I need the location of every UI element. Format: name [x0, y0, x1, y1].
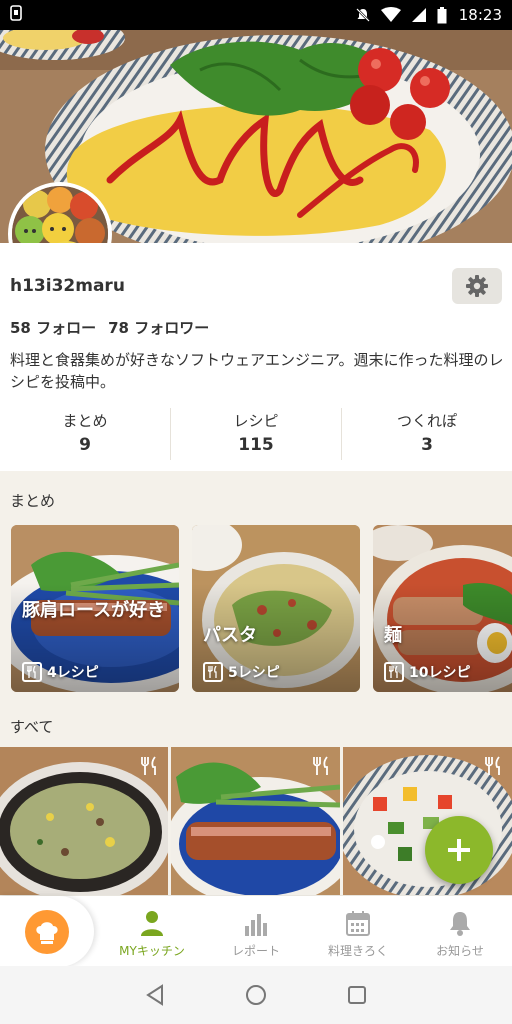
recipe-thumbnail[interactable]: [0, 747, 168, 902]
recents-icon[interactable]: [347, 985, 367, 1005]
followers-link[interactable]: 78 フォロワー: [108, 317, 209, 338]
stat-value: 3: [421, 435, 433, 455]
following-label: フォロー: [36, 319, 97, 337]
cell-signal-icon: [411, 8, 426, 22]
nav-cooking-log[interactable]: 料理きろく: [310, 908, 406, 959]
bell-icon: [450, 912, 470, 936]
nav-label: 料理きろく: [327, 944, 388, 958]
collection-count: 4レシピ: [22, 662, 99, 682]
calendar-icon: [346, 911, 370, 936]
settings-button[interactable]: [452, 268, 502, 304]
collection-title: 豚肩ロースが好き: [22, 600, 166, 621]
nav-label: お知らせ: [436, 944, 484, 958]
system-navigation-bar: [0, 966, 512, 1024]
collection-title: パスタ: [203, 625, 257, 646]
bio: 料理と食器集めが好きなソフトウェアエンジニア。週末に作った料理のレシピを投稿中。: [10, 351, 504, 391]
home-icon[interactable]: [245, 984, 267, 1006]
recipe-thumbnail[interactable]: [171, 747, 340, 902]
plus-icon: [448, 839, 470, 861]
stat-recipes[interactable]: レシピ 115: [171, 408, 342, 460]
fork-knife-icon: [141, 756, 156, 775]
notifications-muted-icon: [355, 8, 370, 22]
nav-label: MYキッチン: [119, 944, 185, 958]
followers-count: 78: [108, 319, 129, 337]
status-bar: 18:23: [0, 0, 512, 30]
collections-section-title: まとめ: [10, 492, 56, 510]
add-recipe-button[interactable]: [425, 816, 493, 884]
recipe-book-icon: [203, 662, 223, 682]
nav-label: レポート: [231, 944, 280, 958]
username: h13i32maru: [10, 276, 125, 296]
collection-count: 5レシピ: [203, 662, 280, 682]
following-link[interactable]: 58 フォロー: [10, 317, 96, 338]
followers-label: フォロワー: [134, 319, 210, 337]
chef-hat-icon: [36, 921, 58, 944]
gear-icon: [466, 275, 488, 297]
bar-chart-icon: [245, 914, 267, 936]
person-icon: [141, 911, 163, 936]
nav-notifications[interactable]: お知らせ: [412, 908, 508, 959]
stat-value: 9: [79, 435, 91, 455]
status-time: 18:23: [458, 6, 502, 24]
collection-count: 10レシピ: [384, 662, 470, 682]
recipe-book-icon: [22, 662, 42, 682]
stat-label: まとめ: [62, 412, 108, 430]
following-count: 58: [10, 319, 31, 337]
follow-counts: 58 フォロー 78 フォロワー: [10, 317, 209, 338]
collection-card[interactable]: 豚肩ロースが好き 4レシピ: [11, 525, 179, 692]
recipe-thumbnail[interactable]: [343, 747, 512, 902]
fork-knife-icon: [313, 756, 328, 775]
stat-value: 115: [238, 435, 274, 455]
collection-title: 麺: [384, 625, 402, 646]
collection-card[interactable]: パスタ 5レシピ: [192, 525, 360, 692]
screenshot-icon: [10, 5, 22, 21]
nav-report[interactable]: レポート: [208, 908, 304, 959]
stat-label: レシピ: [233, 412, 279, 430]
stats-row: まとめ 9 レシピ 115 つくれぽ 3: [0, 408, 512, 460]
stat-collections[interactable]: まとめ 9: [0, 408, 171, 460]
all-recipes-section-title: すべて: [10, 718, 54, 736]
collection-card[interactable]: 麺 10レシピ: [373, 525, 512, 692]
bottom-navigation: MYキッチン レポート 料理きろく お知らせ: [0, 895, 512, 967]
recipe-book-icon: [384, 662, 404, 682]
profile-card: h13i32maru 58 フォロー 78 フォロワー 料理と食器集めが好きなソ…: [0, 243, 512, 471]
stat-tsukurepo[interactable]: つくれぽ 3: [342, 408, 512, 460]
wifi-icon: [380, 7, 401, 22]
back-icon[interactable]: [145, 984, 165, 1006]
chef-menu-button[interactable]: [0, 896, 94, 967]
my-kitchen-screen: 18:23 h13i32maru 58 フォロー 78 フォロワー 料理と食器集…: [0, 0, 512, 1024]
stat-label: つくれぽ: [396, 412, 457, 430]
nav-my-kitchen[interactable]: MYキッチン: [104, 908, 200, 959]
battery-icon: [437, 6, 447, 23]
fork-knife-icon: [485, 756, 500, 775]
